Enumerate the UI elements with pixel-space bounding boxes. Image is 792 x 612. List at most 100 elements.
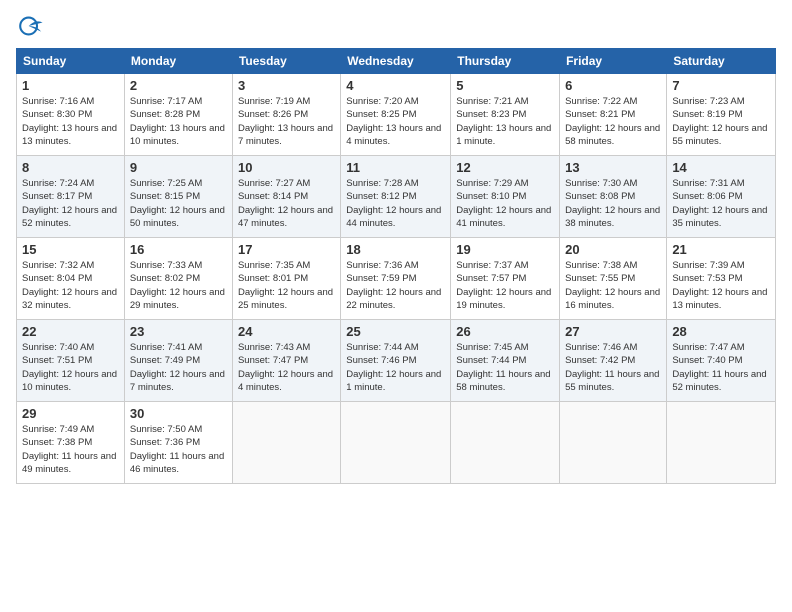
day-detail: Sunrise: 7:35 AMSunset: 8:01 PMDaylight:…: [238, 259, 335, 312]
calendar-cell: 8Sunrise: 7:24 AMSunset: 8:17 PMDaylight…: [17, 156, 125, 238]
day-detail: Sunrise: 7:40 AMSunset: 7:51 PMDaylight:…: [22, 341, 119, 394]
day-detail: Sunrise: 7:22 AMSunset: 8:21 PMDaylight:…: [565, 95, 661, 148]
header-row: SundayMondayTuesdayWednesdayThursdayFrid…: [17, 49, 776, 74]
day-detail: Sunrise: 7:30 AMSunset: 8:08 PMDaylight:…: [565, 177, 661, 230]
day-detail: Sunrise: 7:27 AMSunset: 8:14 PMDaylight:…: [238, 177, 335, 230]
day-number: 16: [130, 242, 227, 257]
calendar-cell: 29 Sunrise: 7:49 AMSunset: 7:38 PMDayligh…: [17, 402, 125, 484]
day-detail: Sunrise: 7:49 AMSunset: 7:38 PMDaylight:…: [22, 423, 119, 476]
day-detail: Sunrise: 7:23 AMSunset: 8:19 PMDaylight:…: [672, 95, 770, 148]
calendar-row: 29 Sunrise: 7:49 AMSunset: 7:38 PMDayligh…: [17, 402, 776, 484]
calendar-cell: 24 Sunrise: 7:43 AMSunset: 7:47 PMDayligh…: [232, 320, 340, 402]
day-number: 29: [22, 406, 119, 421]
day-number: 9: [130, 160, 227, 175]
calendar-cell: 6 Sunrise: 7:22 AMSunset: 8:21 PMDaylight…: [560, 74, 667, 156]
calendar-cell: 5 Sunrise: 7:21 AMSunset: 8:23 PMDaylight…: [451, 74, 560, 156]
calendar-row: 8Sunrise: 7:24 AMSunset: 8:17 PMDaylight…: [17, 156, 776, 238]
calendar-row: 1 Sunrise: 7:16 AMSunset: 8:30 PMDaylight…: [17, 74, 776, 156]
calendar-cell: 27 Sunrise: 7:46 AMSunset: 7:42 PMDayligh…: [560, 320, 667, 402]
col-header-monday: Monday: [124, 49, 232, 74]
day-detail: Sunrise: 7:32 AMSunset: 8:04 PMDaylight:…: [22, 259, 119, 312]
day-number: 28: [672, 324, 770, 339]
day-number: 6: [565, 78, 661, 93]
calendar-row: 15 Sunrise: 7:32 AMSunset: 8:04 PMDayligh…: [17, 238, 776, 320]
day-number: 30: [130, 406, 227, 421]
day-detail: Sunrise: 7:33 AMSunset: 8:02 PMDaylight:…: [130, 259, 227, 312]
calendar-cell: 16 Sunrise: 7:33 AMSunset: 8:02 PMDayligh…: [124, 238, 232, 320]
calendar-cell: 12 Sunrise: 7:29 AMSunset: 8:10 PMDayligh…: [451, 156, 560, 238]
calendar-cell: 10 Sunrise: 7:27 AMSunset: 8:14 PMDayligh…: [232, 156, 340, 238]
day-detail: Sunrise: 7:24 AMSunset: 8:17 PMDaylight:…: [22, 177, 119, 230]
day-number: 7: [672, 78, 770, 93]
calendar-cell: 20 Sunrise: 7:38 AMSunset: 7:55 PMDayligh…: [560, 238, 667, 320]
col-header-sunday: Sunday: [17, 49, 125, 74]
day-detail: Sunrise: 7:39 AMSunset: 7:53 PMDaylight:…: [672, 259, 770, 312]
day-number: 22: [22, 324, 119, 339]
calendar-cell: 9Sunrise: 7:25 AMSunset: 8:15 PMDaylight…: [124, 156, 232, 238]
calendar-cell: 19 Sunrise: 7:37 AMSunset: 7:57 PMDayligh…: [451, 238, 560, 320]
day-number: 18: [346, 242, 445, 257]
day-detail: Sunrise: 7:19 AMSunset: 8:26 PMDaylight:…: [238, 95, 335, 148]
day-detail: Sunrise: 7:29 AMSunset: 8:10 PMDaylight:…: [456, 177, 554, 230]
day-number: 14: [672, 160, 770, 175]
day-number: 3: [238, 78, 335, 93]
day-detail: Sunrise: 7:45 AMSunset: 7:44 PMDaylight:…: [456, 341, 554, 394]
day-number: 5: [456, 78, 554, 93]
day-detail: Sunrise: 7:21 AMSunset: 8:23 PMDaylight:…: [456, 95, 554, 148]
calendar-cell: 23 Sunrise: 7:41 AMSunset: 7:49 PMDayligh…: [124, 320, 232, 402]
calendar-cell: [667, 402, 776, 484]
day-detail: Sunrise: 7:47 AMSunset: 7:40 PMDaylight:…: [672, 341, 770, 394]
day-detail: Sunrise: 7:46 AMSunset: 7:42 PMDaylight:…: [565, 341, 661, 394]
day-number: 12: [456, 160, 554, 175]
day-number: 25: [346, 324, 445, 339]
calendar-cell: 15 Sunrise: 7:32 AMSunset: 8:04 PMDayligh…: [17, 238, 125, 320]
calendar-cell: 17Sunrise: 7:35 AMSunset: 8:01 PMDayligh…: [232, 238, 340, 320]
calendar-table: SundayMondayTuesdayWednesdayThursdayFrid…: [16, 48, 776, 484]
day-detail: Sunrise: 7:38 AMSunset: 7:55 PMDaylight:…: [565, 259, 661, 312]
day-detail: Sunrise: 7:36 AMSunset: 7:59 PMDaylight:…: [346, 259, 445, 312]
day-number: 2: [130, 78, 227, 93]
day-number: 1: [22, 78, 119, 93]
day-detail: Sunrise: 7:50 AMSunset: 7:36 PMDaylight:…: [130, 423, 227, 476]
calendar-cell: [451, 402, 560, 484]
day-detail: Sunrise: 7:44 AMSunset: 7:46 PMDaylight:…: [346, 341, 445, 394]
day-number: 19: [456, 242, 554, 257]
day-number: 13: [565, 160, 661, 175]
col-header-friday: Friday: [560, 49, 667, 74]
day-number: 24: [238, 324, 335, 339]
calendar-cell: [341, 402, 451, 484]
col-header-tuesday: Tuesday: [232, 49, 340, 74]
calendar-cell: 1 Sunrise: 7:16 AMSunset: 8:30 PMDaylight…: [17, 74, 125, 156]
calendar-cell: [232, 402, 340, 484]
col-header-saturday: Saturday: [667, 49, 776, 74]
day-detail: Sunrise: 7:41 AMSunset: 7:49 PMDaylight:…: [130, 341, 227, 394]
calendar-cell: 22 Sunrise: 7:40 AMSunset: 7:51 PMDayligh…: [17, 320, 125, 402]
day-detail: Sunrise: 7:16 AMSunset: 8:30 PMDaylight:…: [22, 95, 119, 148]
calendar-cell: 11 Sunrise: 7:28 AMSunset: 8:12 PMDayligh…: [341, 156, 451, 238]
logo-icon: [16, 12, 44, 40]
day-number: 4: [346, 78, 445, 93]
header: [16, 12, 776, 40]
day-detail: Sunrise: 7:31 AMSunset: 8:06 PMDaylight:…: [672, 177, 770, 230]
day-number: 11: [346, 160, 445, 175]
day-detail: Sunrise: 7:43 AMSunset: 7:47 PMDaylight:…: [238, 341, 335, 394]
day-number: 20: [565, 242, 661, 257]
col-header-thursday: Thursday: [451, 49, 560, 74]
calendar-cell: 28 Sunrise: 7:47 AMSunset: 7:40 PMDayligh…: [667, 320, 776, 402]
calendar-cell: [560, 402, 667, 484]
calendar-cell: 2 Sunrise: 7:17 AMSunset: 8:28 PMDaylight…: [124, 74, 232, 156]
day-number: 23: [130, 324, 227, 339]
day-number: 10: [238, 160, 335, 175]
day-detail: Sunrise: 7:28 AMSunset: 8:12 PMDaylight:…: [346, 177, 445, 230]
day-detail: Sunrise: 7:20 AMSunset: 8:25 PMDaylight:…: [346, 95, 445, 148]
calendar-row: 22 Sunrise: 7:40 AMSunset: 7:51 PMDayligh…: [17, 320, 776, 402]
day-detail: Sunrise: 7:17 AMSunset: 8:28 PMDaylight:…: [130, 95, 227, 148]
calendar-cell: 13 Sunrise: 7:30 AMSunset: 8:08 PMDayligh…: [560, 156, 667, 238]
day-number: 15: [22, 242, 119, 257]
calendar-cell: 7 Sunrise: 7:23 AMSunset: 8:19 PMDaylight…: [667, 74, 776, 156]
day-number: 27: [565, 324, 661, 339]
calendar-cell: 30 Sunrise: 7:50 AMSunset: 7:36 PMDayligh…: [124, 402, 232, 484]
day-detail: Sunrise: 7:37 AMSunset: 7:57 PMDaylight:…: [456, 259, 554, 312]
calendar-cell: 25 Sunrise: 7:44 AMSunset: 7:46 PMDayligh…: [341, 320, 451, 402]
col-header-wednesday: Wednesday: [341, 49, 451, 74]
